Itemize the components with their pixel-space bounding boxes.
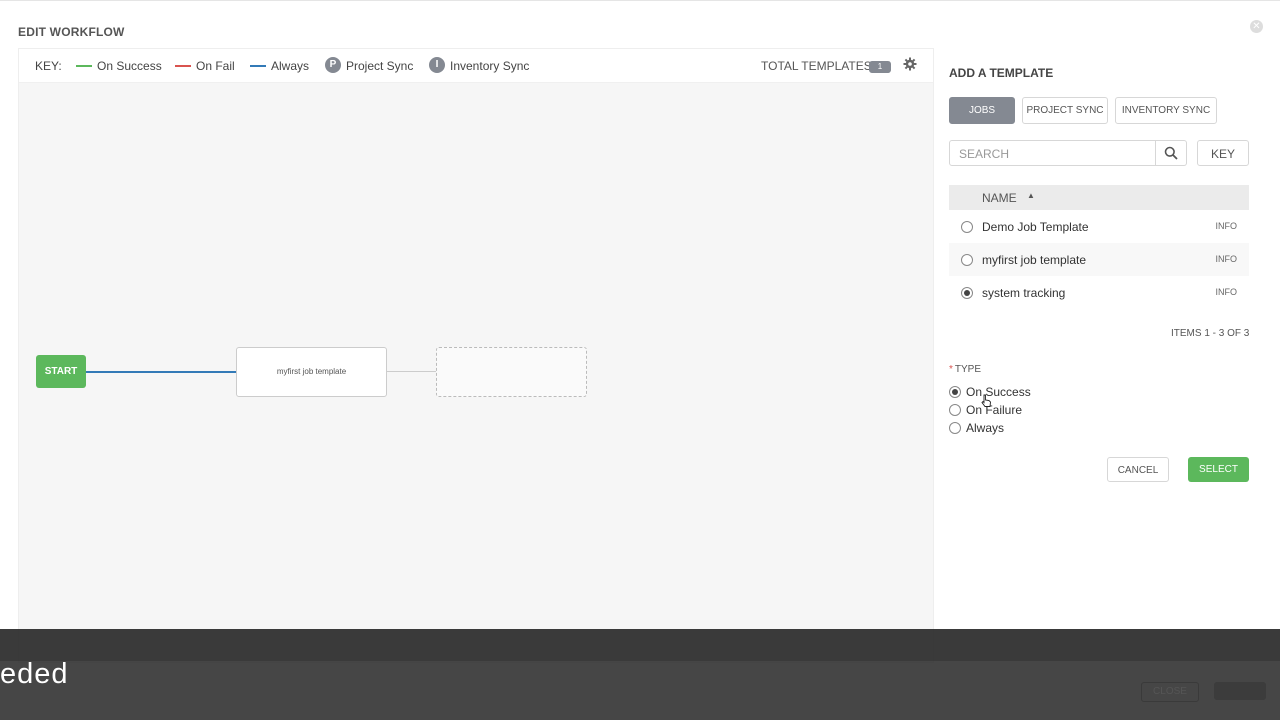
caption-overlay <box>0 629 1280 720</box>
edit-workflow-modal: EDIT WORKFLOW ✕ KEY: On Success On Fail … <box>0 0 1280 721</box>
search-icon <box>1164 146 1178 160</box>
caption-text: eded <box>0 658 69 690</box>
key-button[interactable]: KEY <box>1197 140 1249 166</box>
table-header: NAME ▲ <box>949 185 1249 210</box>
type-radio[interactable] <box>949 404 961 416</box>
placeholder-node[interactable] <box>436 347 587 397</box>
modal-title: EDIT WORKFLOW <box>18 25 125 39</box>
hand-cursor-icon <box>981 394 991 407</box>
start-node[interactable]: START <box>36 355 86 388</box>
type-option-label: On Success <box>966 385 1031 399</box>
row-name: myfirst job template <box>982 253 1087 267</box>
row-radio[interactable] <box>961 254 973 266</box>
type-radio-selected[interactable] <box>949 386 961 398</box>
table-row[interactable]: myfirst job template INFO <box>949 243 1249 276</box>
placeholder-link <box>386 371 436 372</box>
on-success-swatch <box>76 65 92 67</box>
search-button[interactable] <box>1156 140 1187 166</box>
template-node[interactable]: myfirst job template <box>236 347 387 397</box>
gear-icon[interactable] <box>903 57 917 74</box>
tab-project-sync[interactable]: PROJECT SYNC <box>1022 97 1108 124</box>
key-inventory-sync: Inventory Sync <box>450 59 530 73</box>
project-sync-icon: P <box>325 57 341 73</box>
type-label: * TYPE <box>949 364 981 375</box>
save-button[interactable] <box>1214 682 1266 700</box>
row-name: system tracking <box>982 286 1066 300</box>
row-radio[interactable] <box>961 221 973 233</box>
workflow-canvas[interactable]: KEY: On Success On Fail Always P Project… <box>18 48 934 663</box>
overlay-strip <box>0 629 1280 661</box>
table-row[interactable]: system tracking INFO <box>949 276 1249 309</box>
key-project-sync: Project Sync <box>346 59 414 73</box>
total-templates-label: TOTAL TEMPLATES <box>761 59 872 73</box>
key-on-fail: On Fail <box>196 59 235 73</box>
select-button[interactable]: SELECT <box>1188 457 1249 482</box>
table-row[interactable]: Demo Job Template INFO <box>949 210 1249 243</box>
row-info-link[interactable]: INFO <box>1216 221 1238 231</box>
close-icon[interactable]: ✕ <box>1250 20 1263 33</box>
close-button[interactable]: CLOSE <box>1141 682 1199 702</box>
items-count: ITEMS 1 - 3 OF 3 <box>1171 328 1250 339</box>
key-bar: KEY: On Success On Fail Always P Project… <box>19 49 933 83</box>
row-name: Demo Job Template <box>982 220 1089 234</box>
row-info-link[interactable]: INFO <box>1216 254 1238 264</box>
panel-title: ADD A TEMPLATE <box>949 66 1054 80</box>
column-name[interactable]: NAME <box>982 191 1017 205</box>
required-mark: * <box>949 364 953 375</box>
key-on-success: On Success <box>97 59 162 73</box>
type-radio[interactable] <box>949 422 961 434</box>
sort-up-icon[interactable]: ▲ <box>1027 191 1035 200</box>
tab-inventory-sync[interactable]: INVENTORY SYNC <box>1115 97 1217 124</box>
add-template-panel: ADD A TEMPLATE JOBS PROJECT SYNC INVENTO… <box>933 48 1263 661</box>
type-option-label: On Failure <box>966 403 1023 417</box>
always-link[interactable] <box>86 371 236 373</box>
search-input[interactable]: SEARCH <box>949 140 1156 166</box>
inventory-sync-icon: I <box>429 57 445 73</box>
always-swatch <box>250 65 266 67</box>
total-templates-count: 1 <box>869 61 891 73</box>
key-always: Always <box>271 59 310 73</box>
row-info-link[interactable]: INFO <box>1216 287 1238 297</box>
type-option-label: Always <box>966 421 1005 435</box>
cancel-button[interactable]: CANCEL <box>1107 457 1169 482</box>
row-radio-selected[interactable] <box>961 287 973 299</box>
type-label-text: TYPE <box>954 364 982 375</box>
on-fail-swatch <box>175 65 191 67</box>
tab-jobs[interactable]: JOBS <box>949 97 1015 124</box>
key-label: KEY: <box>35 59 62 73</box>
